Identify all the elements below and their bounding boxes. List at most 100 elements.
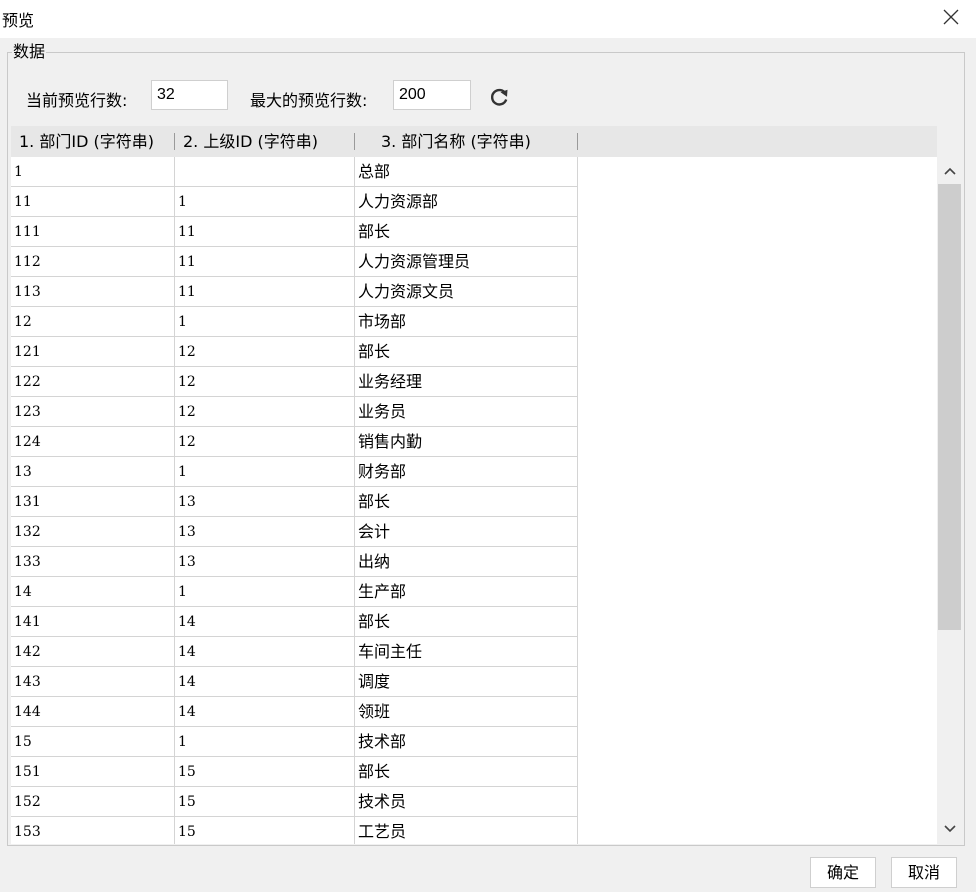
cell-dept-id: 153 [11, 817, 175, 844]
column-separator [577, 133, 578, 150]
column-header-label: 1. 部门ID (字符串) [19, 132, 154, 151]
cell-dept-name: 部长 [355, 607, 578, 637]
cell-dept-name: 车间主任 [355, 637, 578, 667]
cell-parent-id: 12 [175, 397, 355, 427]
table-row[interactable]: 144 14 领班 [11, 697, 937, 727]
table-row[interactable]: 124 12 销售内勤 [11, 427, 937, 457]
table-row[interactable]: 14 1 生产部 [11, 577, 937, 607]
cell-dept-name: 部长 [355, 337, 578, 367]
table-row[interactable]: 153 15 工艺员 [11, 817, 937, 844]
cell-dept-id: 113 [11, 277, 175, 307]
cell-parent-id: 1 [175, 577, 355, 607]
cell-dept-id: 121 [11, 337, 175, 367]
table-header: 1. 部门ID (字符串) 2. 上级ID (字符串) 3. 部门名称 (字符串… [11, 126, 937, 157]
cell-dept-id: 1 [11, 157, 175, 187]
table-row[interactable]: 113 11 人力资源文员 [11, 277, 937, 307]
chevron-up-icon[interactable] [940, 162, 960, 180]
cell-parent-id: 15 [175, 757, 355, 787]
scrollbar-thumb[interactable] [938, 184, 961, 630]
cell-parent-id: 12 [175, 427, 355, 457]
cell-dept-id: 123 [11, 397, 175, 427]
cell-parent-id: 1 [175, 307, 355, 337]
cell-dept-name: 销售内勤 [355, 427, 578, 457]
table-row[interactable]: 133 13 出纳 [11, 547, 937, 577]
cell-parent-id: 14 [175, 667, 355, 697]
column-header-dept-name[interactable]: 3. 部门名称 (字符串) [355, 126, 578, 157]
column-header-label: 3. 部门名称 (字符串) [381, 132, 531, 151]
max-rows-input[interactable]: 200 [393, 80, 471, 110]
cell-dept-name: 人力资源文员 [355, 277, 578, 307]
cell-dept-name: 业务员 [355, 397, 578, 427]
max-rows-label: 最大的预览行数: [250, 91, 368, 110]
cell-dept-id: 131 [11, 487, 175, 517]
table-row[interactable]: 1 总部 [11, 157, 937, 187]
cell-parent-id: 14 [175, 637, 355, 667]
cell-dept-id: 124 [11, 427, 175, 457]
table-body: 1 总部 11 1 人力资源部 111 11 部长 112 11 人力资源管理员 113 11 人力资源文… [11, 157, 937, 844]
cell-parent-id: 15 [175, 787, 355, 817]
table-row[interactable]: 131 13 部长 [11, 487, 937, 517]
table-row[interactable]: 142 14 车间主任 [11, 637, 937, 667]
cell-parent-id: 11 [175, 217, 355, 247]
cell-dept-name: 技术员 [355, 787, 578, 817]
column-header-parent-id[interactable]: 2. 上级ID (字符串) [175, 126, 355, 157]
table-row[interactable]: 151 15 部长 [11, 757, 937, 787]
cell-dept-name: 调度 [355, 667, 578, 697]
cell-dept-name: 部长 [355, 487, 578, 517]
cell-dept-id: 111 [11, 217, 175, 247]
table-row[interactable]: 141 14 部长 [11, 607, 937, 637]
cell-dept-id: 143 [11, 667, 175, 697]
cell-parent-id: 12 [175, 367, 355, 397]
cell-dept-name: 人力资源部 [355, 187, 578, 217]
cell-dept-id: 15 [11, 727, 175, 757]
cell-parent-id: 14 [175, 697, 355, 727]
group-legend: 数据 [13, 42, 46, 61]
table-row[interactable]: 111 11 部长 [11, 217, 937, 247]
table-row[interactable]: 112 11 人力资源管理员 [11, 247, 937, 277]
title-bar: 预览 [0, 0, 976, 38]
cell-dept-id: 142 [11, 637, 175, 667]
cell-dept-name: 市场部 [355, 307, 578, 337]
cell-dept-name: 业务经理 [355, 367, 578, 397]
table-row[interactable]: 15 1 技术部 [11, 727, 937, 757]
chevron-down-icon[interactable] [940, 820, 960, 838]
table-row[interactable]: 12 1 市场部 [11, 307, 937, 337]
cancel-button[interactable]: 取消 [891, 857, 957, 888]
table-row[interactable]: 11 1 人力资源部 [11, 187, 937, 217]
cell-parent-id: 13 [175, 547, 355, 577]
cell-parent-id: 11 [175, 247, 355, 277]
table-row[interactable]: 123 12 业务员 [11, 397, 937, 427]
cell-dept-id: 132 [11, 517, 175, 547]
current-rows-input[interactable]: 32 [151, 80, 228, 110]
cell-parent-id: 13 [175, 517, 355, 547]
cell-dept-name: 领班 [355, 697, 578, 727]
cell-dept-id: 112 [11, 247, 175, 277]
table-row[interactable]: 13 1 财务部 [11, 457, 937, 487]
column-header-label: 2. 上级ID (字符串) [183, 132, 318, 151]
current-rows-label: 当前预览行数: [26, 91, 128, 110]
cell-dept-name: 出纳 [355, 547, 578, 577]
table-row[interactable]: 121 12 部长 [11, 337, 937, 367]
cell-dept-id: 14 [11, 577, 175, 607]
cell-dept-id: 12 [11, 307, 175, 337]
cell-dept-id: 151 [11, 757, 175, 787]
table-row[interactable]: 122 12 业务经理 [11, 367, 937, 397]
vertical-scrollbar[interactable] [937, 126, 962, 844]
table-row[interactable]: 152 15 技术员 [11, 787, 937, 817]
cell-dept-name: 部长 [355, 217, 578, 247]
cell-parent-id: 14 [175, 607, 355, 637]
table-row[interactable]: 132 13 会计 [11, 517, 937, 547]
cell-dept-name: 人力资源管理员 [355, 247, 578, 277]
cell-parent-id: 1 [175, 457, 355, 487]
column-header-dept-id[interactable]: 1. 部门ID (字符串) [11, 126, 175, 157]
table-row[interactable]: 143 14 调度 [11, 667, 937, 697]
refresh-icon[interactable] [486, 84, 512, 110]
cell-dept-id: 13 [11, 457, 175, 487]
cell-dept-name: 总部 [355, 157, 578, 187]
cell-dept-id: 133 [11, 547, 175, 577]
cell-dept-name: 工艺员 [355, 817, 578, 844]
cell-parent-id: 12 [175, 337, 355, 367]
window-title: 预览 [2, 11, 35, 30]
ok-button[interactable]: 确定 [810, 857, 876, 888]
close-icon[interactable] [940, 6, 962, 28]
